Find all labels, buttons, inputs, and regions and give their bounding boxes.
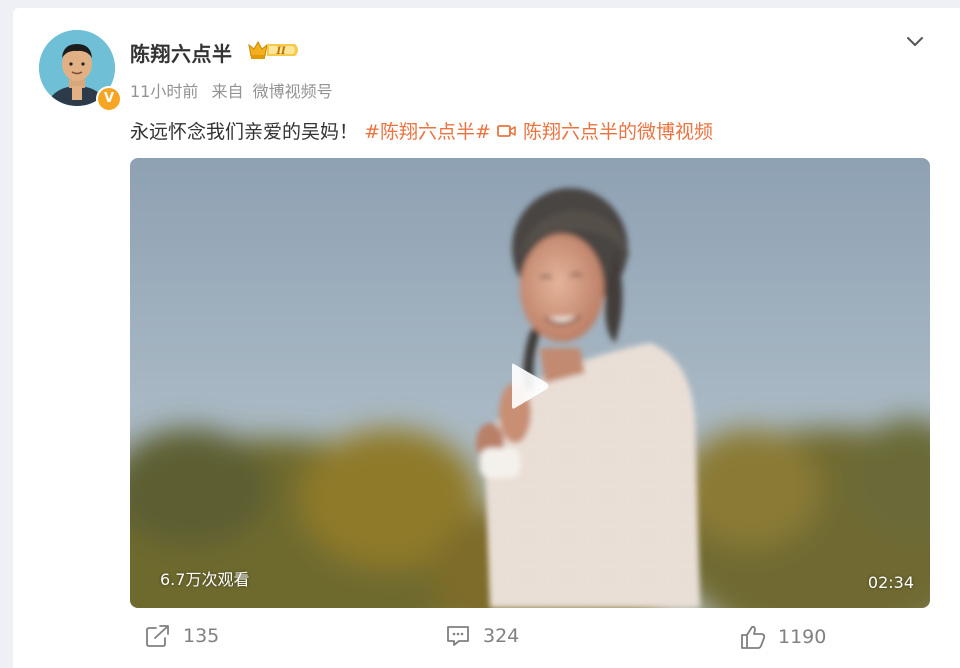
video-link[interactable]: 陈翔六点半的微博视频 — [497, 121, 713, 143]
video-player[interactable]: 6.7万次观看 02:34 — [130, 158, 930, 608]
like-icon — [741, 625, 766, 649]
weibo-post-card: V 陈翔六点半 II 11小时前 来自 微博视频号 永远怀念我们亲爱的吴妈！ #… — [13, 8, 960, 668]
share-button[interactable]: 135 — [145, 624, 219, 648]
post-time[interactable]: 11小时前 — [130, 82, 198, 101]
hashtag-link[interactable]: #陈翔六点半# — [364, 121, 491, 143]
play-icon[interactable] — [498, 356, 558, 416]
share-icon — [146, 625, 169, 647]
post-text: 永远怀念我们亲爱的吴妈！ #陈翔六点半# 陈翔六点半的微博视频 — [130, 117, 713, 144]
comment-icon — [447, 626, 469, 646]
video-link-icon — [497, 125, 516, 137]
comment-count: 324 — [483, 625, 520, 647]
video-duration: 02:34 — [867, 573, 914, 592]
chevron-down-icon[interactable] — [903, 32, 927, 52]
video-link-label: 陈翔六点半的微博视频 — [523, 121, 714, 143]
username[interactable]: 陈翔六点半 — [130, 38, 233, 67]
share-count: 135 — [183, 625, 220, 647]
source-prefix: 来自 — [211, 82, 244, 101]
member-level-badge[interactable]: II — [247, 39, 303, 61]
post-meta: 11小时前 来自 微博视频号 — [130, 78, 341, 102]
view-count: 6.7万次观看 — [160, 570, 250, 589]
crown-icon: II — [248, 40, 298, 59]
post-source[interactable]: 微博视频号 — [253, 82, 333, 101]
comment-button[interactable]: 324 — [445, 624, 519, 648]
like-button[interactable]: 1190 — [740, 624, 826, 650]
like-count: 1190 — [778, 626, 827, 648]
post-body: 永远怀念我们亲爱的吴妈！ — [130, 121, 359, 143]
action-bar: 135 324 1190 — [13, 624, 960, 654]
verified-badge: V — [96, 86, 122, 112]
svg-text:II: II — [275, 46, 286, 57]
